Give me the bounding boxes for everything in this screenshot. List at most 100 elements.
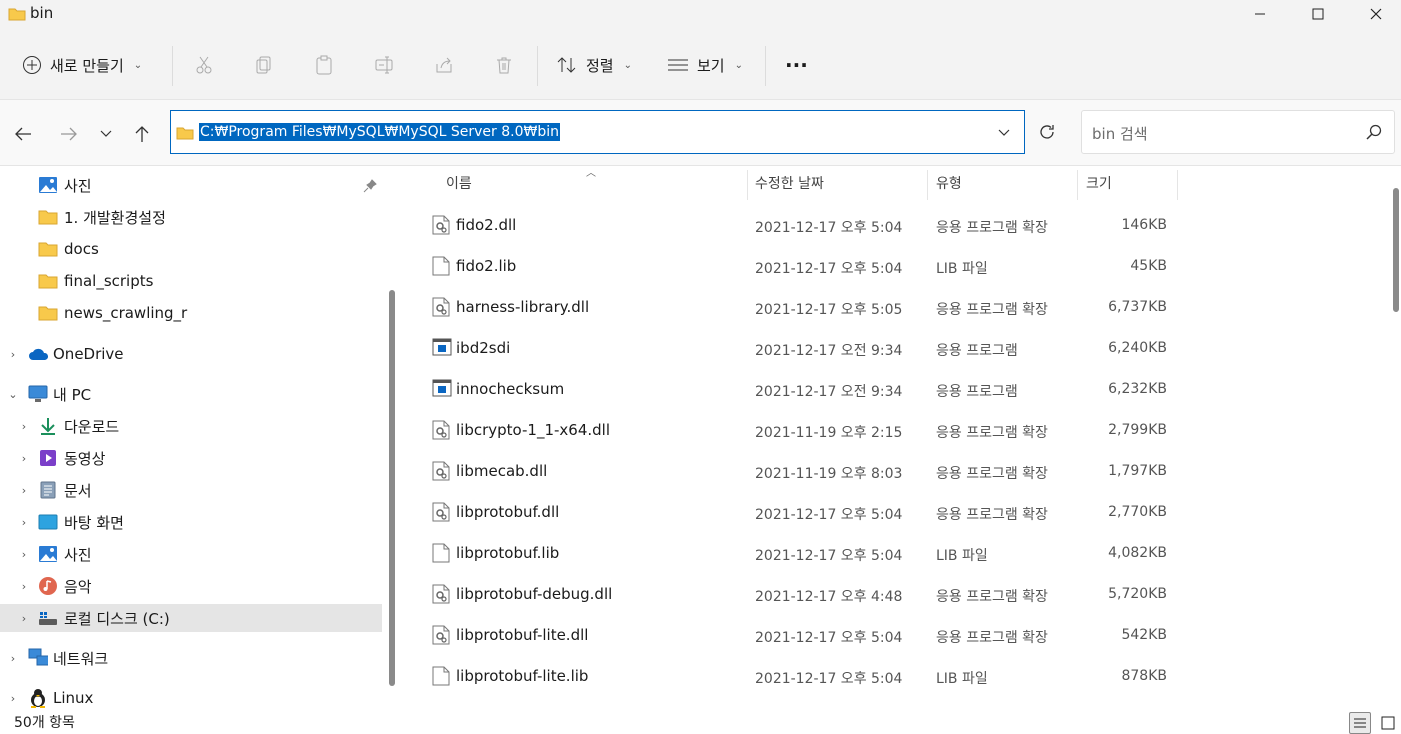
chevron-right-icon[interactable]: › [18,508,30,536]
file-row[interactable]: fido2.dll 2021-12-17 오후 5:04 응용 프로그램 확장 146… [404,205,1386,246]
file-type: 응용 프로그램 확장 [936,425,1048,441]
up-button[interactable] [128,120,156,148]
file-type: 응용 프로그램 확장 [936,507,1048,523]
command-bar: 새로 만들기 ⌄ 정렬 ⌄ 보기 ⌄ ··· [0,30,1401,100]
view-button[interactable]: 보기 ⌄ [667,50,743,80]
dll-icon [432,502,450,522]
exe-icon [432,379,452,399]
column-header-name[interactable]: 이름 [446,167,746,199]
chevron-right-icon[interactable]: › [18,540,30,568]
sidebar-item-photos-quick[interactable]: 사진 [0,171,382,199]
sort-button[interactable]: 정렬 ⌄ [556,50,632,80]
sidebar-item-folder-dev-setup[interactable]: 1. 개발환경설정 [0,203,382,231]
file-row[interactable]: libprotobuf-lite.lib 2021-12-17 오후 5:04 LI… [404,656,1386,697]
chevron-right-icon[interactable]: › [7,340,19,368]
maximize-button[interactable] [1295,0,1341,28]
file-icon [432,543,450,563]
sidebar-item-downloads[interactable]: › 다운로드 [0,412,382,440]
delete-icon[interactable] [493,54,515,76]
sidebar-item-desktop[interactable]: › 바탕 화면 [0,508,382,536]
sidebar-item-onedrive[interactable]: › OneDrive [0,340,382,368]
file-date: 2021-12-17 오후 5:04 [755,548,903,564]
file-row[interactable]: libprotobuf-debug.dll 2021-12-17 오후 4:48 응… [404,574,1386,615]
file-row[interactable]: libmecab.dll 2021-11-19 오후 8:03 응용 프로그램 확장… [404,451,1386,492]
column-header-date[interactable]: 수정한 날짜 [755,167,925,199]
chevron-down-icon: ⌄ [734,59,743,71]
sidebar-item-music[interactable]: › 음악 [0,572,382,600]
chevron-down-icon[interactable] [998,125,1010,141]
sidebar-item-network[interactable]: › 네트워크 [0,644,382,672]
chevron-down-icon[interactable]: ⌄ [7,380,19,408]
recent-locations-button[interactable] [92,120,120,148]
rename-icon[interactable] [373,54,395,76]
sidebar-item-local-disk-c[interactable]: › 로컬 디스크 (C:) [0,604,382,632]
separator [765,46,766,86]
forward-button[interactable] [55,120,83,148]
new-button[interactable]: 새로 만들기 ⌄ [22,50,142,80]
sidebar-scrollbar[interactable] [389,290,395,686]
copy-icon[interactable] [253,54,275,76]
file-row[interactable]: harness-library.dll 2021-12-17 오후 5:05 응용 … [404,287,1386,328]
column-divider[interactable] [747,170,748,200]
sidebar-item-label: news_crawling_r [64,304,188,322]
new-button-label: 새로 만들기 [50,56,124,75]
file-row[interactable]: ibd2sdi 2021-12-17 오전 9:34 응용 프로그램 6,240KB [404,328,1386,369]
chevron-right-icon[interactable]: › [18,444,30,472]
large-icons-view-button[interactable] [1377,712,1399,734]
details-view-button[interactable] [1349,712,1371,734]
file-row[interactable]: fido2.lib 2021-12-17 오후 5:04 LIB 파일 45KB [404,246,1386,287]
sidebar-item-label: final_scripts [64,272,154,290]
file-row[interactable]: libprotobuf.lib 2021-12-17 오후 5:04 LIB 파일 4… [404,533,1386,574]
file-name: fido2.dll [456,216,517,234]
sidebar-item-linux[interactable]: › Linux [0,684,382,709]
sidebar-item-label: 바탕 화면 [64,513,124,532]
sidebar-item-documents[interactable]: › 문서 [0,476,382,504]
sidebar-item-folder-news-crawling[interactable]: news_crawling_r [0,299,382,327]
chevron-right-icon[interactable]: › [7,644,19,672]
sort-button-label: 정렬 [586,56,614,75]
back-button[interactable] [9,120,37,148]
close-button[interactable] [1353,0,1399,28]
paste-icon[interactable] [313,54,335,76]
file-type: LIB 파일 [936,548,988,564]
chevron-right-icon[interactable]: › [7,684,19,709]
folder-icon [38,271,58,291]
search-box[interactable]: bin 검색 [1081,110,1395,154]
column-header-type[interactable]: 유형 [936,167,1076,199]
minimize-button[interactable] [1237,0,1283,28]
column-divider[interactable] [1177,170,1178,200]
sidebar-item-videos[interactable]: › 동영상 [0,444,382,472]
address-path[interactable]: C:₩Program Files₩MySQL₩MySQL Server 8.0₩… [199,123,560,141]
file-row[interactable]: libcrypto-1_1-x64.dll 2021-11-19 오후 2:15 응… [404,410,1386,451]
column-divider[interactable] [1077,170,1078,200]
chevron-right-icon[interactable]: › [18,476,30,504]
file-date: 2021-12-17 오전 9:34 [755,343,903,359]
sidebar-item-folder-docs[interactable]: docs [0,235,382,263]
chevron-right-icon[interactable]: › [18,604,30,632]
chevron-right-icon[interactable]: › [18,572,30,600]
file-name: libcrypto-1_1-x64.dll [456,421,611,439]
sidebar-item-label: 사진 [64,176,92,195]
more-options-button[interactable]: ··· [785,50,808,80]
refresh-button[interactable] [1027,110,1067,154]
chevron-right-icon[interactable]: › [18,412,30,440]
file-list-scrollbar[interactable] [1393,188,1399,312]
status-bar: 50개 항목 [0,708,1401,734]
column-divider[interactable] [927,170,928,200]
sidebar-item-folder-final-scripts[interactable]: final_scripts [0,267,382,295]
sidebar-item-photos[interactable]: › 사진 [0,540,382,568]
file-date: 2021-12-17 오후 5:04 [755,630,903,646]
cut-icon[interactable] [193,54,215,76]
plus-circle-icon [23,56,41,74]
file-date: 2021-12-17 오후 5:04 [755,261,903,277]
file-size: 2,799KB [1108,422,1167,438]
file-row[interactable]: libprotobuf-lite.dll 2021-12-17 오후 5:04 응용… [404,615,1386,656]
file-type: 응용 프로그램 확장 [936,466,1048,482]
folder-icon [38,239,58,259]
file-row[interactable]: libprotobuf.dll 2021-12-17 오후 5:04 응용 프로그램… [404,492,1386,533]
address-bar[interactable]: C:₩Program Files₩MySQL₩MySQL Server 8.0₩… [170,110,1025,154]
sidebar-item-this-pc[interactable]: ⌄ 내 PC [0,380,382,408]
column-header-size[interactable]: 크기 [1086,167,1176,199]
share-icon[interactable] [433,54,455,76]
file-row[interactable]: innochecksum 2021-12-17 오전 9:34 응용 프로그램 6,2… [404,369,1386,410]
